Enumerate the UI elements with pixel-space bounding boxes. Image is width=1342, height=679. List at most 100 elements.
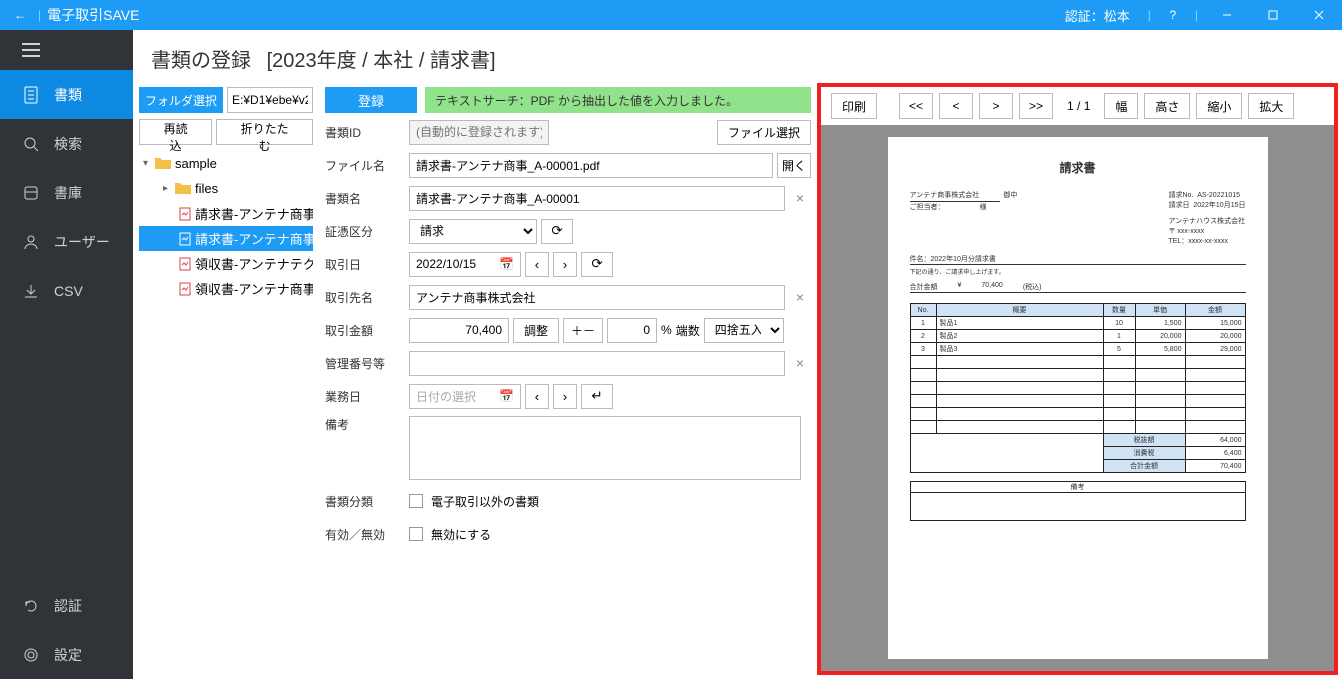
label-mgmt-no: 管理番号等 [325, 355, 409, 372]
return-button[interactable]: ↵ [581, 384, 613, 409]
amount-input[interactable] [409, 318, 509, 343]
preview-body: 請求書 アンテナ商事株式会社 御中 ご担当者： 様 請求No. AS-20221… [821, 125, 1334, 671]
page-title: 書類の登録 [2023年度 / 本社 / 請求書] [133, 30, 1342, 83]
help-button[interactable]: ? [1157, 8, 1189, 22]
nav-csv[interactable]: CSV [0, 266, 133, 315]
label-trade-date: 取引日 [325, 256, 409, 273]
tree-file[interactable]: 請求書-アンテナ商事_A [139, 226, 313, 251]
doc-class-checkbox[interactable] [409, 494, 423, 508]
preview-toolbar: 印刷 << < > >> 1 / 1 幅 高さ 縮小 拡大 [821, 87, 1334, 125]
doc-table: No. 概要 数量 単価 金額 1製品1101,50015,000 2製品212… [910, 303, 1246, 473]
doc-title: 請求書 [910, 159, 1246, 176]
calendar-icon: 📅 [499, 257, 514, 271]
remarks-textarea[interactable] [409, 416, 801, 480]
label-evidence-type: 証憑区分 [325, 223, 409, 240]
label-partner: 取引先名 [325, 289, 409, 306]
trade-date-input[interactable]: 2022/10/15📅 [409, 252, 521, 277]
date-prev-button[interactable]: ‹ [525, 384, 549, 409]
reload-button[interactable]: 再読込 [139, 119, 212, 145]
plus-minus-button[interactable]: ＋－ [563, 318, 603, 343]
label-doc-class: 書類分類 [325, 493, 409, 510]
label-doc-name: 書類名 [325, 190, 409, 207]
titlebar: ← | 電子取引SAVE 認証：松本 | ? | [0, 0, 1342, 30]
collapse-button[interactable]: 折りたたむ [216, 119, 313, 145]
print-button[interactable]: 印刷 [831, 93, 877, 119]
invalid-checkbox[interactable] [409, 527, 423, 541]
tree-file[interactable]: 領収書-アンテナテクノロジ [139, 251, 313, 276]
folder-panel: フォルダ選択 再読込 折りたたむ ▾ sample ▸ [133, 83, 319, 679]
document-icon [20, 86, 42, 104]
nav-search[interactable]: 検索 [0, 119, 133, 168]
doc-name-input[interactable] [409, 186, 785, 211]
round-label: 端数 [676, 322, 700, 339]
first-page-button[interactable]: << [899, 93, 933, 119]
open-button[interactable]: 開く [777, 153, 811, 178]
doc-class-checkbox-label: 電子取引以外の書類 [431, 493, 539, 510]
partner-input[interactable] [409, 285, 785, 310]
tree-file[interactable]: 請求書-アンテナ商事2_A [139, 201, 313, 226]
page-number: 1 / 1 [1067, 99, 1090, 113]
percent-input[interactable] [607, 318, 657, 343]
date-next-button[interactable]: › [553, 384, 577, 409]
mgmt-no-input[interactable] [409, 351, 785, 376]
adjust-button[interactable]: 調整 [513, 318, 559, 343]
rounding-select[interactable]: 四捨五入 [704, 318, 784, 343]
date-next-button[interactable]: › [553, 252, 577, 277]
percent-label: % [661, 323, 672, 337]
label-remarks: 備考 [325, 416, 409, 433]
menu-toggle[interactable] [0, 30, 133, 70]
fit-width-button[interactable]: 幅 [1104, 93, 1138, 119]
evidence-type-select[interactable]: 請求 [409, 219, 537, 244]
back-button[interactable]: ← [8, 8, 32, 22]
tree-folder-child[interactable]: ▸ files [139, 176, 313, 201]
date-prev-button[interactable]: ‹ [525, 252, 549, 277]
file-name-input[interactable] [409, 153, 773, 178]
sidebar: 書類 検索 書庫 ユーザー CSV 認証 設定 [0, 30, 133, 679]
auth-label: 認証：松本 [1065, 6, 1130, 25]
zoom-out-button[interactable]: 縮小 [1196, 93, 1242, 119]
clear-icon[interactable]: × [789, 289, 811, 305]
file-select-button[interactable]: ファイル選択 [717, 120, 811, 145]
app-title: 電子取引SAVE [47, 5, 139, 25]
tree-folder-root[interactable]: ▾ sample [139, 151, 313, 176]
clear-icon[interactable]: × [789, 355, 811, 371]
folder-tree: ▾ sample ▸ files 請求書-アンテナ商事2_A [139, 151, 313, 301]
reload-date-button[interactable]: ⟳ [581, 252, 613, 277]
search-icon [20, 136, 42, 152]
folder-select-button[interactable]: フォルダ選択 [139, 87, 223, 113]
label-work-date: 業務日 [325, 388, 409, 405]
info-banner: テキストサーチ：PDF から抽出した値を入力しました。 [425, 87, 811, 113]
doc-id-input [409, 120, 549, 145]
next-page-button[interactable]: > [979, 93, 1013, 119]
label-valid: 有効／無効 [325, 526, 409, 543]
maximize-button[interactable] [1250, 0, 1296, 30]
preview-panel: 印刷 << < > >> 1 / 1 幅 高さ 縮小 拡大 請求書 [817, 83, 1338, 675]
clear-icon[interactable]: × [789, 190, 811, 206]
nav-user[interactable]: ユーザー [0, 217, 133, 266]
register-button[interactable]: 登録 [325, 87, 417, 113]
minimize-button[interactable] [1204, 0, 1250, 30]
archive-icon [20, 185, 42, 201]
label-doc-id: 書類ID [325, 124, 409, 141]
nav-auth[interactable]: 認証 [0, 581, 133, 630]
folder-path-input[interactable] [227, 87, 313, 113]
refresh-icon [20, 598, 42, 614]
form-panel: 登録 テキストサーチ：PDF から抽出した値を入力しました。 書類ID ファイル… [319, 83, 817, 679]
work-date-input[interactable]: 日付の選択📅 [409, 384, 521, 409]
prev-page-button[interactable]: < [939, 93, 973, 119]
tree-file[interactable]: 領収書-アンテナ商事_A [139, 276, 313, 301]
user-icon [20, 234, 42, 250]
close-button[interactable] [1296, 0, 1342, 30]
fit-height-button[interactable]: 高さ [1144, 93, 1190, 119]
zoom-in-button[interactable]: 拡大 [1248, 93, 1294, 119]
last-page-button[interactable]: >> [1019, 93, 1053, 119]
calendar-icon: 📅 [499, 389, 514, 403]
document-preview: 請求書 アンテナ商事株式会社 御中 ご担当者： 様 請求No. AS-20221… [888, 137, 1268, 659]
reload-evidence-button[interactable]: ⟳ [541, 219, 573, 244]
nav-settings[interactable]: 設定 [0, 630, 133, 679]
nav-documents[interactable]: 書類 [0, 70, 133, 119]
label-amount: 取引金額 [325, 322, 409, 339]
nav-archive[interactable]: 書庫 [0, 168, 133, 217]
invalid-checkbox-label: 無効にする [431, 526, 491, 543]
download-icon [20, 283, 42, 299]
